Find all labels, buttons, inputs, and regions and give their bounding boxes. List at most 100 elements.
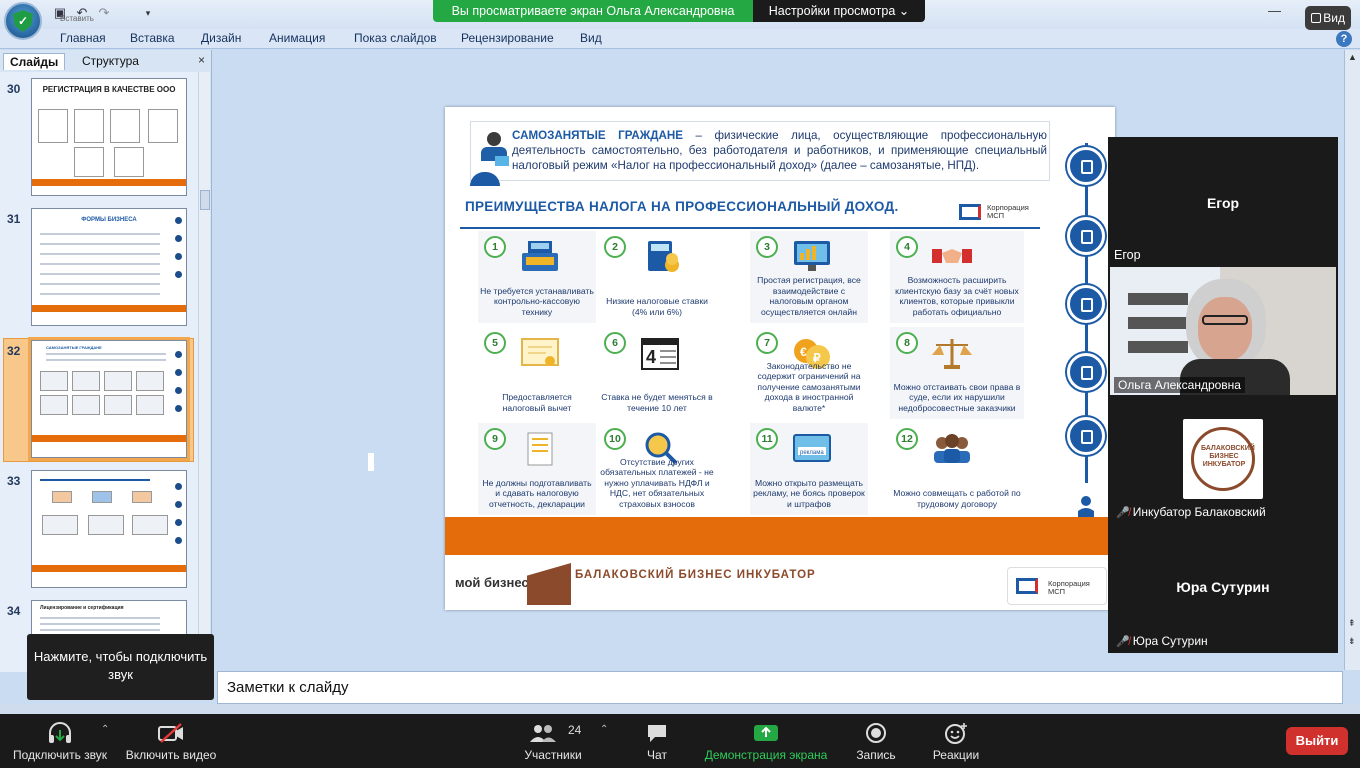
scroll-next-slide-icon[interactable]: ⇟ [1348, 636, 1356, 647]
corp-msp-logo: Корпорация МСП [959, 202, 1039, 224]
notes-area[interactable]: Заметки к слайду [217, 671, 1343, 704]
thumbnails-scrollbar[interactable] [198, 72, 210, 672]
slide-number: 34 [7, 604, 21, 618]
thumb-circle [175, 405, 182, 412]
calculator-coins-icon [648, 241, 679, 272]
benefit-text: Предоставляется налоговый вычет [502, 392, 572, 413]
redo-icon[interactable]: ↷ [96, 5, 112, 21]
thumb-shape [136, 395, 164, 415]
thumb-bar [32, 435, 186, 442]
chat-icon [648, 725, 666, 742]
reactions-label: Реакции [932, 748, 980, 762]
thumb-shape [148, 109, 178, 143]
thumb-circle [175, 351, 182, 358]
thumb-shape [74, 147, 104, 177]
thumb-circle [175, 271, 182, 278]
benefit-text: Не должны подготавливать и сдавать налог… [482, 477, 592, 509]
tab-outline[interactable]: Структура [76, 53, 145, 70]
unmute-tooltip: Нажмите, чтобы подключить звук [27, 634, 214, 700]
editor-scrollbar[interactable]: ▲ ⇞ ⇟ [1344, 50, 1360, 670]
view-options-button[interactable]: Настройки просмотра ⌄ [753, 0, 925, 22]
tab-review[interactable]: Рецензирование [461, 31, 554, 45]
yura-name: Юра Сутурин [1132, 634, 1208, 648]
tab-view[interactable]: Вид [580, 31, 602, 45]
thumb-circle [175, 253, 182, 260]
participants-options-caret[interactable]: ⌃ [600, 724, 608, 735]
benefit-text: Можно совмещать с работой по трудовому д… [893, 488, 1021, 509]
database-icon [1067, 147, 1105, 185]
benefit-text: Можно открыто размещать рекламу, не бояс… [753, 477, 865, 509]
meeting-controls-bar: Подключить звук ⌃ Включить видео 24 Учас… [0, 714, 1360, 768]
view-options-label: Настройки просмотра [768, 4, 896, 18]
leave-button[interactable]: Выйти [1286, 727, 1348, 755]
help-icon[interactable]: ? [1336, 31, 1352, 47]
thumb-line [40, 629, 160, 631]
thumb-shape [104, 371, 132, 391]
grid-view-icon [1311, 13, 1321, 23]
thumb-title: ФОРМЫ БИЗНЕСА [81, 217, 137, 223]
record-button[interactable]: Запись [850, 714, 902, 768]
advertising-icon: реклама [793, 434, 831, 462]
slide-thumb-33[interactable] [31, 470, 187, 588]
minimize-icon[interactable]: — [1268, 3, 1281, 18]
thumb-circle [175, 235, 182, 242]
scroll-prev-slide-icon[interactable]: ⇞ [1348, 618, 1356, 629]
cash-register-icon [522, 241, 558, 271]
slide-thumb-31[interactable]: ФОРМЫ БИЗНЕСА [31, 208, 187, 326]
benefit-text: Простая регистрация, все взаимодействие … [757, 275, 861, 317]
audio-options-caret[interactable]: ⌃ [101, 724, 109, 735]
database-plus-icon [1067, 353, 1105, 391]
tab-animation[interactable]: Анимация [269, 31, 325, 45]
benefit-text: Не требуется устанавливать контрольно-ка… [480, 285, 594, 317]
tab-slides[interactable]: Слайды [3, 53, 66, 70]
mic-muted-icon: 🎤̸ [1116, 636, 1130, 648]
slide-number: 30 [7, 82, 21, 96]
slide-side-rail [1059, 133, 1115, 521]
reactions-button[interactable]: Реакции [928, 714, 984, 768]
scroll-up-icon[interactable]: ▲ [1348, 52, 1357, 62]
tab-insert[interactable]: Вставка [130, 31, 175, 45]
participants-button[interactable]: 24 Участники [518, 714, 588, 768]
view-button[interactable]: Вид [1305, 6, 1351, 30]
thumb-line [40, 623, 160, 625]
tab-design[interactable]: Дизайн [201, 31, 241, 45]
participant-video-olga[interactable]: Ольга Александровна [1110, 267, 1336, 395]
tab-home[interactable]: Главная [60, 31, 106, 45]
slide-thumb-32[interactable]: САМОЗАНЯТЫЕ ГРАЖДАНЕ [28, 337, 190, 461]
chat-button[interactable]: Чат [636, 714, 678, 768]
zoom-meeting-window: ✓ ▣ ↶ ↷ ▾ Вставить — Главная Вставка Диз… [0, 0, 1360, 768]
join-audio-button[interactable]: Подключить звук [8, 714, 112, 768]
thumb-shape [40, 371, 68, 391]
qat-more-icon[interactable]: ▾ [140, 5, 156, 21]
benefit-3: 3 Простая регистрация, все взаимодействи… [750, 231, 868, 323]
scrollbar-thumb[interactable] [200, 190, 210, 210]
slide-thumb-30[interactable]: РЕГИСТРАЦИЯ В КАЧЕСТВЕ ООО [31, 78, 187, 196]
thumb-bar [32, 179, 186, 186]
footer-corp-logo: Корпорация МСП [1007, 567, 1107, 605]
thumb-shape [52, 491, 72, 503]
share-screen-button[interactable]: Демонстрация экрана [700, 714, 832, 768]
benefit-1: 1 Не требуется устанавливать контрольно-… [478, 231, 596, 323]
close-icon[interactable]: × [198, 53, 205, 67]
benefit-10: 10 Отсутствие других обязательных платеж… [598, 423, 716, 515]
thumb-line [40, 253, 160, 255]
video-off-icon [158, 723, 183, 743]
video-banner-strip [1128, 293, 1188, 305]
start-video-label: Включить видео [125, 748, 217, 762]
thumb-shape [132, 515, 168, 535]
incubator-avatar: БАЛАКОВСКИЙ БИЗНЕС ИНКУБАТОР [1183, 419, 1263, 499]
monitor-chart-icon [794, 241, 830, 271]
slide-title: ПРЕИМУЩЕСТВА НАЛОГА НА ПРОФЕССИОНАЛЬНЫЙ … [465, 199, 899, 214]
network-icon [1067, 285, 1105, 323]
benefit-8: 8 Можно отстаивать свои права в суде, ес… [890, 327, 1024, 419]
benefit-text: Ставка не будет меняться в течение 10 ле… [601, 392, 713, 413]
office-button[interactable]: ✓ [4, 2, 42, 40]
incubator-avatar-text: БАЛАКОВСКИЙ БИЗНЕС ИНКУБАТОР [1201, 445, 1255, 468]
thumb-shape [42, 515, 78, 535]
start-video-button[interactable]: Включить видео [122, 714, 220, 768]
svg-text:4: 4 [646, 347, 656, 367]
person-laptop-icon [479, 130, 509, 170]
benefit-number: 7 [756, 332, 778, 354]
tab-slideshow[interactable]: Показ слайдов [354, 31, 437, 45]
thumb-line [46, 353, 166, 355]
